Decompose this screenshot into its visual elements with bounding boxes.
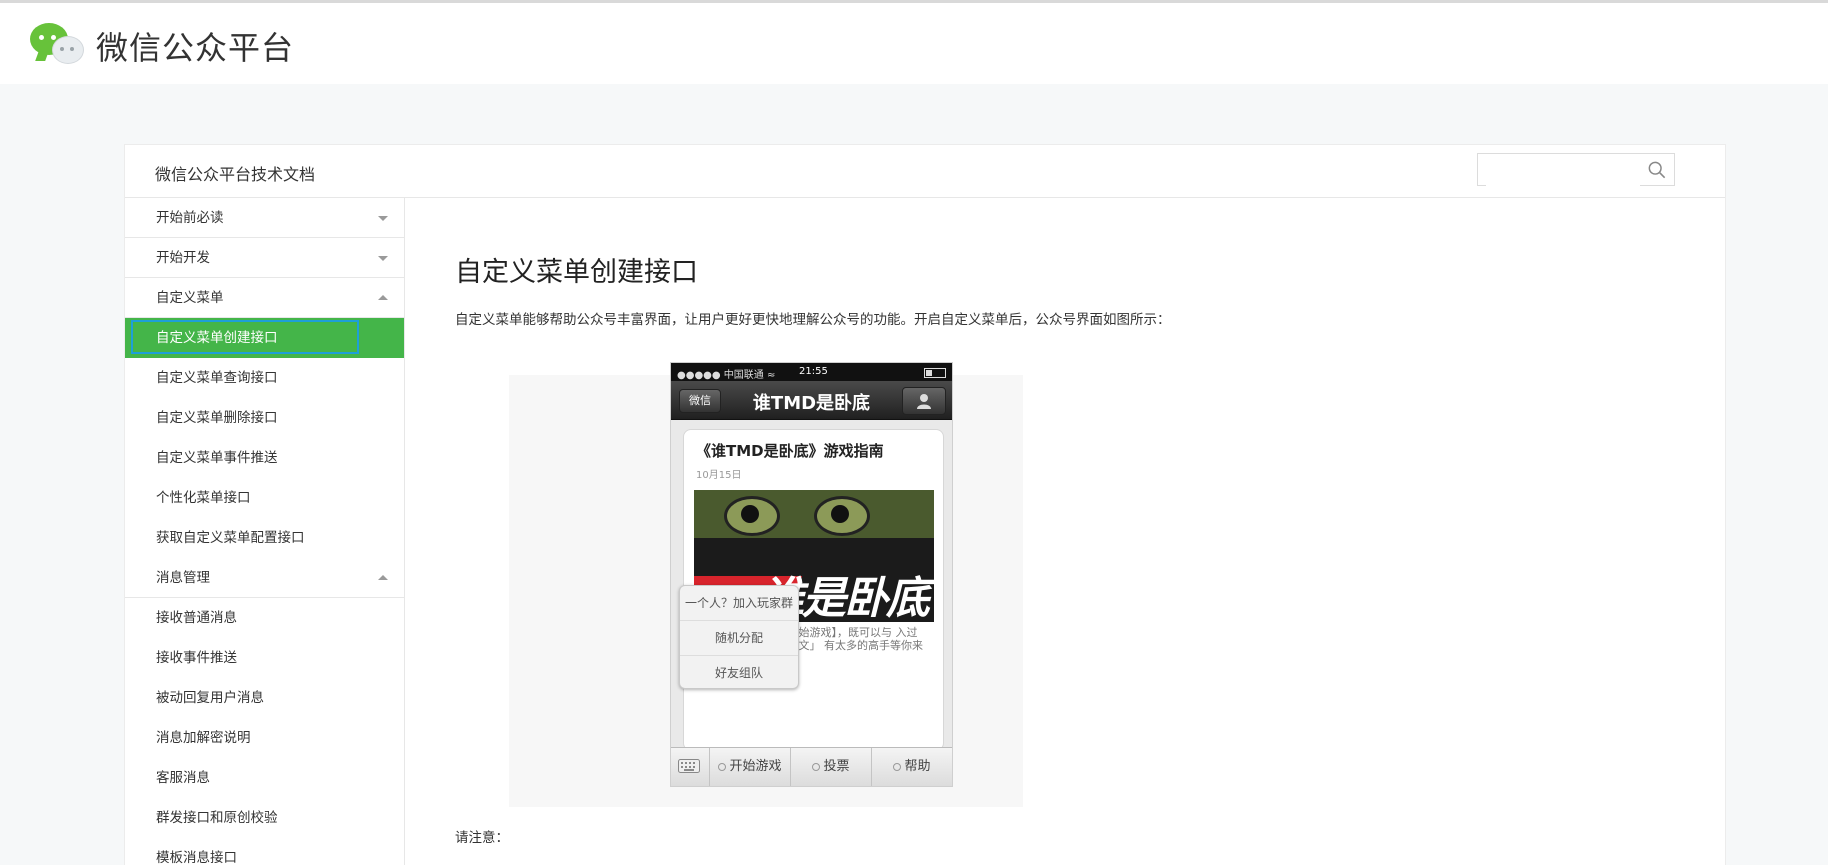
menu-example-screenshot: ●●●●● 中国联通 ≈ 21:55 微信 谁TMD是卧底 《谁TMD是卧底》游…: [670, 362, 953, 787]
sidebar-item-label: 个性化菜单接口: [156, 490, 251, 506]
sidebar-item-encryption[interactable]: 消息加解密说明: [125, 718, 404, 758]
carrier-label: ●●●●● 中国联通 ≈: [677, 370, 776, 381]
panel-header: 微信公众平台技术文档: [125, 145, 1725, 198]
article-title: 《谁TMD是卧底》游戏指南: [696, 442, 884, 460]
search-box[interactable]: [1477, 153, 1675, 186]
intro-paragraph: 自定义菜单能够帮助公众号丰富界面，让用户更好更快地理解公众号的功能。开启自定义菜…: [455, 312, 1171, 328]
sidebar-item-customer-service[interactable]: 客服消息: [125, 758, 404, 798]
sidebar-item-label: 开始开发: [156, 250, 210, 266]
sidebar-item-label: 自定义菜单删除接口: [156, 410, 278, 426]
sidebar-item-label: 被动回复用户消息: [156, 690, 264, 706]
sidebar-item-menu-query[interactable]: 自定义菜单查询接口: [125, 358, 404, 398]
docs-title[interactable]: 微信公众平台技术文档: [155, 161, 315, 185]
sidebar-item-template-message[interactable]: 模板消息接口: [125, 838, 404, 865]
sidebar-item-mass-send[interactable]: 群发接口和原创校验: [125, 798, 404, 838]
menu-tab: 开始游戏: [710, 748, 791, 786]
menu-tab: 帮助: [872, 748, 952, 786]
submenu-popup: 一个人？加入玩家群 随机分配 好友组队: [679, 585, 799, 689]
submenu-item: 一个人？加入玩家群: [680, 586, 798, 621]
custom-menu-bar: 开始游戏 投票 帮助: [671, 747, 952, 786]
brand[interactable]: 微信公众平台: [30, 23, 294, 69]
battery-icon: [924, 368, 946, 378]
wechat-logo-icon: [30, 23, 84, 69]
brand-title: 微信公众平台: [96, 29, 295, 67]
chevron-up-icon: [378, 575, 388, 580]
phone-status-bar: ●●●●● 中国联通 ≈ 21:55: [671, 363, 952, 381]
docs-panel: 微信公众平台技术文档 开始前必读 开始开发 自定义菜单 自定义菜单创建接口 自定…: [124, 144, 1726, 865]
sidebar-item-label: 客服消息: [156, 770, 210, 786]
chevron-down-icon: [378, 256, 388, 261]
sidebar-group-before-start[interactable]: 开始前必读: [125, 198, 404, 238]
search-icon[interactable]: [1648, 161, 1666, 179]
sidebar-item-label: 消息管理: [156, 570, 210, 586]
user-icon: [917, 394, 931, 409]
profile-button: [902, 387, 946, 415]
sidebar-item-receive-event[interactable]: 接收事件推送: [125, 638, 404, 678]
sidebar-item-personalized-menu[interactable]: 个性化菜单接口: [125, 478, 404, 518]
chevron-up-icon: [378, 295, 388, 300]
clock-label: 21:55: [799, 366, 828, 377]
sidebar-item-label: 接收事件推送: [156, 650, 237, 666]
sidebar-item-menu-delete[interactable]: 自定义菜单删除接口: [125, 398, 404, 438]
sidebar-group-message-management[interactable]: 消息管理: [125, 558, 404, 598]
sidebar-item-label: 消息加解密说明: [156, 730, 251, 746]
sidebar-group-start-dev[interactable]: 开始开发: [125, 238, 404, 278]
sidebar-item-passive-reply[interactable]: 被动回复用户消息: [125, 678, 404, 718]
submenu-item: 好友组队: [714, 666, 763, 680]
sidebar-item-label: 模板消息接口: [156, 850, 237, 865]
sidebar-item-menu-event-push[interactable]: 自定义菜单事件推送: [125, 438, 404, 478]
submenu-item: 随机分配: [680, 621, 798, 656]
sidebar-item-label: 获取自定义菜单配置接口: [156, 530, 305, 546]
menu-tab: 投票: [791, 748, 872, 786]
sidebar-item-label: 接收普通消息: [156, 610, 237, 626]
sidebar-item-label: 自定义菜单事件推送: [156, 450, 278, 466]
sidebar-nav: 开始前必读 开始开发 自定义菜单 自定义菜单创建接口 自定义菜单查询接口 自定义…: [125, 198, 405, 865]
sidebar-item-label: 自定义菜单查询接口: [156, 370, 278, 386]
keyboard-icon: [671, 748, 710, 786]
sidebar-item-menu-config[interactable]: 获取自定义菜单配置接口: [125, 518, 404, 558]
top-header: 微信公众平台: [0, 3, 1828, 84]
search-input[interactable]: [1486, 154, 1640, 186]
chevron-down-icon: [378, 216, 388, 221]
note-label: 请注意：: [455, 830, 509, 846]
article-date: 10月15日: [696, 470, 742, 481]
page-title: 自定义菜单创建接口: [455, 257, 698, 289]
focus-highlight: [131, 320, 359, 354]
sidebar-item-label: 开始前必读: [156, 210, 224, 226]
sidebar-item-label: 自定义菜单: [156, 290, 224, 306]
sidebar-item-menu-create[interactable]: 自定义菜单创建接口: [125, 318, 404, 358]
sidebar-item-label: 群发接口和原创校验: [156, 810, 278, 826]
sidebar-item-receive-message[interactable]: 接收普通消息: [125, 598, 404, 638]
main-content: 自定义菜单创建接口 自定义菜单能够帮助公众号丰富界面，让用户更好更快地理解公众号…: [455, 198, 1695, 865]
sidebar-group-custom-menu[interactable]: 自定义菜单: [125, 278, 404, 318]
chat-nav-bar: 微信 谁TMD是卧底: [671, 381, 952, 420]
